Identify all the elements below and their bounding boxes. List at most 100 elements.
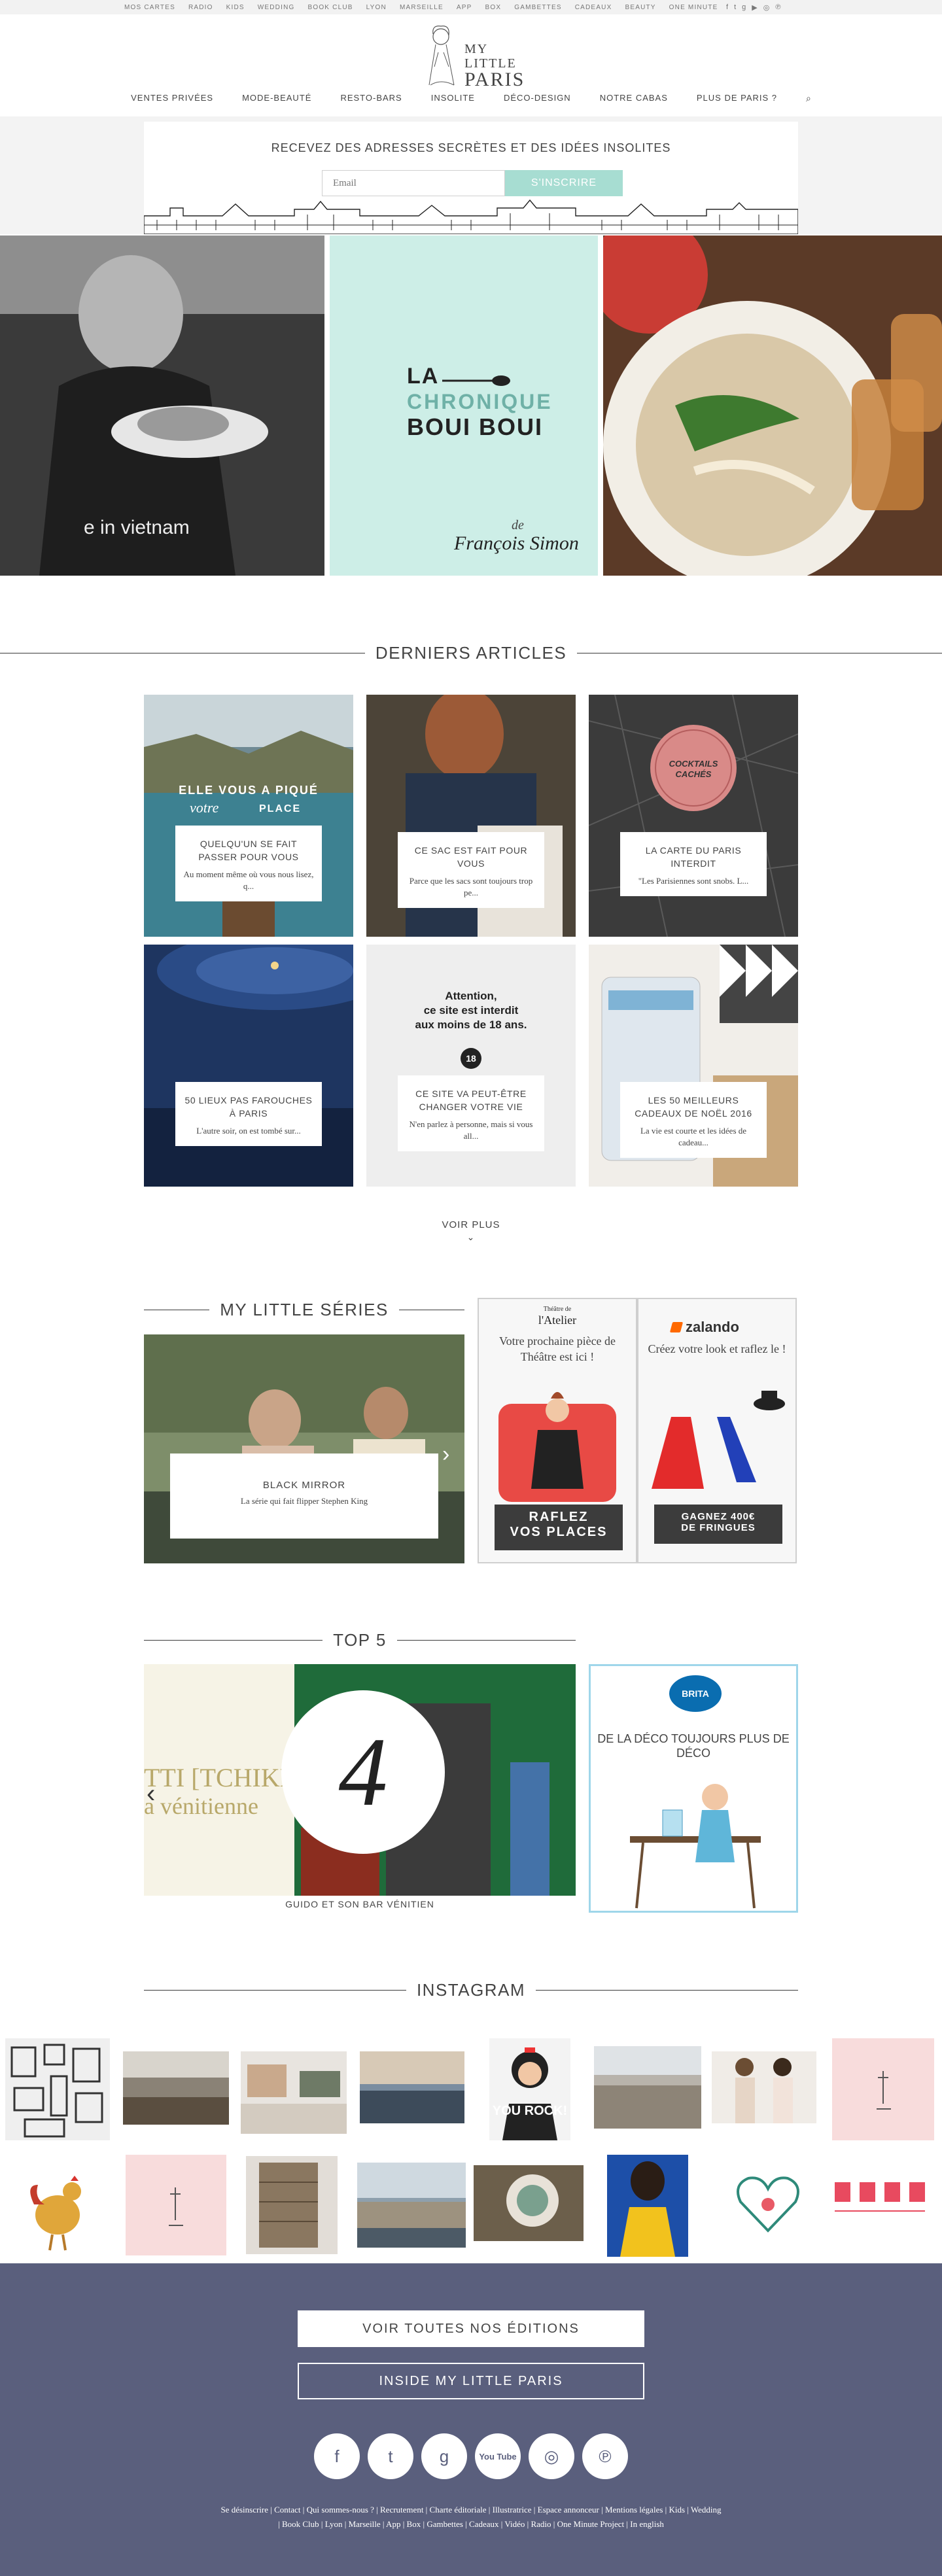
article-title[interactable]: LA CARTE DU PARIS INTERDIT — [628, 844, 759, 870]
utility-link-marseille[interactable]: MARSEILLE — [400, 4, 444, 11]
utility-link-kids[interactable]: KIDS — [226, 4, 245, 11]
series-feature[interactable]: › BLACK MIRROR La série qui fait flipper… — [144, 1334, 464, 1563]
nav-item-insolite[interactable]: INSOLITE — [431, 93, 475, 104]
series-title[interactable]: BLACK MIRROR — [170, 1480, 438, 1491]
top-utility-bar: MOS CARTES RADIO KIDS WEDDING BOOK CLUB … — [0, 0, 942, 14]
nav-item-ventes-privees[interactable]: VENTES PRIVÉES — [131, 93, 213, 104]
insta-two-women — [735, 2058, 793, 2123]
theatre-brand: l'Atelier — [538, 1314, 577, 1327]
top5-feature[interactable]: TTI [TCHIKETI] : a vénitienne ‹ 4 GUIDO … — [144, 1664, 576, 1913]
article-card[interactable]: LES 50 MEILLEURS CADEAUX DE NOËL 2016 La… — [589, 945, 798, 1187]
utility-link-beauty[interactable]: BEAUTY — [625, 4, 655, 11]
all-editions-button[interactable]: VOIR TOUTES NOS ÉDITIONS — [298, 2310, 644, 2347]
article-image-dome — [144, 945, 353, 1187]
google-plus-icon[interactable]: g — [421, 2433, 467, 2479]
subscribe-button[interactable]: S'INSCRIRE — [505, 170, 623, 196]
instagram-icon[interactable]: ◎ — [529, 2433, 574, 2479]
utility-link-cartes[interactable]: MOS CARTES — [124, 4, 175, 11]
article-title[interactable]: QUELQU'UN SE FAIT PASSER POUR VOUS — [183, 837, 314, 863]
instagram-post[interactable] — [246, 2156, 338, 2254]
instagram-post[interactable] — [712, 2051, 816, 2123]
article-card[interactable]: 50 LIEUX PAS FAROUCHES À PARIS L'autre s… — [144, 945, 353, 1187]
top5-caption[interactable]: GUIDO ET SON BAR VÉNITIEN — [144, 1896, 576, 1913]
facebook-icon[interactable]: f — [726, 3, 728, 11]
instagram-post[interactable] — [5, 2038, 110, 2140]
hero-chronique-boui-boui[interactable]: LA CHRONIQUE BOUI BOUI de François Simon — [330, 235, 598, 576]
instagram-post[interactable]: YOU ROCK! — [489, 2038, 570, 2140]
zalando-logo: zalando — [669, 1319, 739, 1336]
article-card[interactable]: ELLE VOUS A PIQUÉ votre PLACE QUELQU'UN … — [144, 695, 353, 937]
utility-link-box[interactable]: BOX — [485, 4, 502, 11]
win-clothes-line1: GAGNEZ 400€ — [681, 1511, 756, 1522]
instagram-post[interactable] — [241, 2051, 347, 2134]
zalando-wordmark: zalando — [686, 1319, 739, 1335]
nav-item-deco-design[interactable]: DÉCO-DESIGN — [504, 93, 571, 104]
newsletter-title: RECEVEZ DES ADRESSES SECRÈTES ET DES IDÉ… — [271, 141, 671, 154]
utility-link-gambettes[interactable]: GAMBETTES — [514, 4, 561, 11]
promo-theatre-atelier[interactable]: Théâtre de l'Atelier Votre prochaine piè… — [478, 1298, 637, 1563]
email-field[interactable] — [322, 170, 505, 196]
age-18-badge: 18 — [461, 1048, 481, 1069]
instagram-post[interactable] — [594, 2046, 701, 2129]
series-next-arrow[interactable]: › — [442, 1442, 449, 1467]
instagram-post[interactable] — [360, 2051, 464, 2123]
win-clothes-button[interactable]: GAGNEZ 400€ DE FRINGUES — [654, 1505, 782, 1544]
inside-my-little-paris-button[interactable]: INSIDE MY LITTLE PARIS — [298, 2363, 644, 2399]
article-card[interactable]: Attention, ce site est interdit aux moin… — [366, 945, 576, 1187]
utility-link-app[interactable]: APP — [457, 4, 472, 11]
utility-link-lyon[interactable]: LYON — [366, 4, 387, 11]
zalando-fashion-illustration — [652, 1391, 785, 1489]
instagram-post[interactable] — [832, 2038, 934, 2140]
top5-prev-arrow[interactable]: ‹ — [147, 1779, 155, 1809]
hero-image-pho[interactable] — [603, 235, 942, 576]
instagram-post[interactable] — [729, 2159, 807, 2244]
utility-link-wedding[interactable]: WEDDING — [258, 4, 295, 11]
nav-item-plus-de-paris[interactable]: PLUS DE PARIS ? — [697, 93, 777, 104]
twitter-icon[interactable]: t — [368, 2433, 413, 2479]
footer-links-line2[interactable]: | Book Club | Lyon | Marseille | App | B… — [65, 2517, 877, 2532]
utility-link-radio[interactable]: RADIO — [188, 4, 213, 11]
utility-link-cadeaux[interactable]: CADEAUX — [575, 4, 612, 11]
pinterest-icon[interactable]: ℗ — [775, 3, 780, 11]
instagram-post[interactable] — [126, 2155, 226, 2255]
article-title[interactable]: LES 50 MEILLEURS CADEAUX DE NOËL 2016 — [628, 1094, 759, 1120]
win-tickets-button[interactable]: RAFLEZ VOS PLACES — [495, 1505, 623, 1550]
brita-illustration — [630, 1784, 761, 1909]
heading-rule-left — [144, 1989, 406, 1991]
overlay-attention-line3: aux moins de 18 ans. — [415, 1018, 527, 1031]
instagram-post[interactable] — [357, 2163, 466, 2248]
instagram-post[interactable] — [474, 2165, 584, 2241]
article-title[interactable]: CE SITE VA PEUT-ÊTRE CHANGER VOTRE VIE — [406, 1087, 536, 1113]
promo-brita[interactable]: BRITA DE LA DÉCO TOUJOURS PLUS DE DÉCO — [589, 1664, 798, 1913]
pinterest-icon[interactable]: ℗ — [582, 2433, 628, 2479]
footer-links-line1[interactable]: Se désinscrire | Contact | Qui sommes-no… — [65, 2503, 877, 2517]
hero-image-vietnam[interactable]: e in vietnam — [0, 235, 324, 576]
insta-pink-sketch-2 — [169, 2187, 183, 2226]
site-logo[interactable]: MY LITTLE PARIS — [419, 20, 523, 92]
article-card[interactable]: CE SAC EST FAIT POUR VOUS Parce que les … — [366, 695, 576, 937]
youtube-icon[interactable]: ▶ — [752, 3, 757, 12]
article-title[interactable]: CE SAC EST FAIT POUR VOUS — [406, 844, 536, 870]
facebook-icon[interactable]: f — [314, 2433, 360, 2479]
instagram-icon[interactable]: ◎ — [763, 3, 770, 12]
twitter-icon[interactable]: t — [734, 3, 736, 11]
search-icon[interactable]: ⌕ — [806, 93, 811, 104]
chronique-la: LA — [407, 364, 440, 389]
instagram-post[interactable] — [828, 2169, 937, 2228]
instagram-post[interactable] — [123, 2051, 229, 2125]
google-plus-icon[interactable]: g — [742, 3, 746, 11]
instagram-post[interactable] — [607, 2155, 688, 2257]
instagram-post[interactable] — [18, 2159, 103, 2254]
article-title[interactable]: 50 LIEUX PAS FAROUCHES À PARIS — [183, 1094, 314, 1120]
see-more-label: VOIR PLUS — [442, 1219, 500, 1230]
youtube-icon[interactable]: You Tube — [475, 2433, 521, 2479]
nav-item-mode-beaute[interactable]: MODE-BEAUTÉ — [242, 93, 311, 104]
overlay-headline-2: votre — [190, 799, 219, 816]
utility-link-one-minute[interactable]: ONE MINUTE — [669, 4, 718, 11]
nav-item-notre-cabas[interactable]: NOTRE CABAS — [600, 93, 668, 104]
nav-item-resto-bars[interactable]: RESTO-BARS — [340, 93, 402, 104]
promo-zalando[interactable]: zalando Créez votre look et raflez le ! … — [637, 1298, 797, 1563]
utility-link-book-club[interactable]: BOOK CLUB — [307, 4, 353, 11]
see-more-button[interactable]: VOIR PLUS ⌄ — [406, 1219, 536, 1243]
article-card[interactable]: COCKTAILS CACHÉS LA CARTE DU PARIS INTER… — [589, 695, 798, 937]
